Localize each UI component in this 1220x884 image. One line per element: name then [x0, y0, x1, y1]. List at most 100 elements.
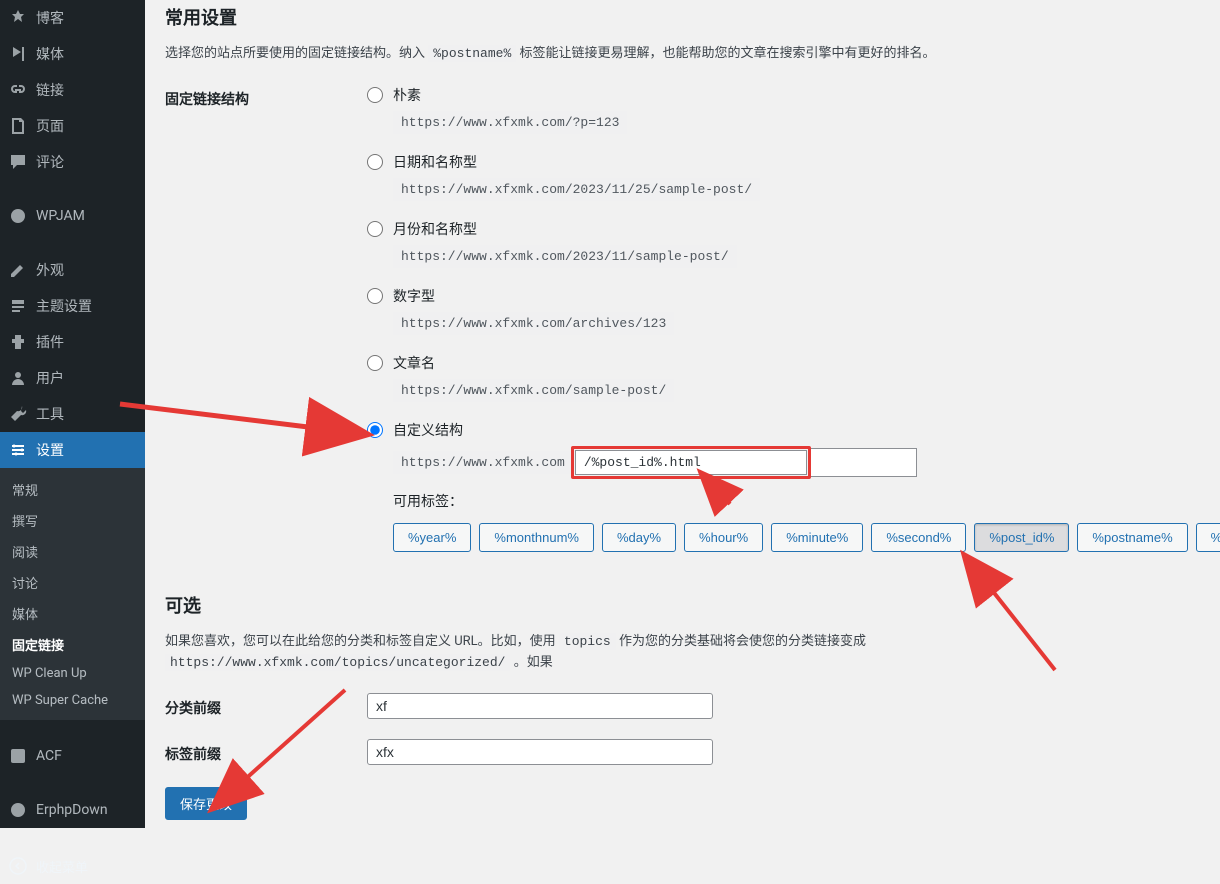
radio-label: 文章名 [393, 353, 435, 373]
custom-permalink-input[interactable] [575, 450, 807, 475]
radio-label: 月份和名称型 [393, 219, 477, 239]
menu-item-appearance[interactable]: 外观 [0, 252, 145, 288]
save-changes-button[interactable]: 保存更改 [165, 787, 247, 820]
menu-item-tools[interactable]: 工具 [0, 396, 145, 432]
collapse-icon [8, 856, 28, 876]
menu-label: ACF [36, 748, 62, 764]
common-settings-heading: 常用设置 [165, 4, 1200, 30]
menu-item-settings[interactable]: 设置 [0, 432, 145, 468]
example-code: https://www.xfxmk.com/2023/11/25/sample-… [393, 178, 760, 201]
submenu-item-general[interactable]: 常规 [0, 474, 145, 505]
appearance-icon [8, 260, 28, 280]
category-prefix-row: 分类前缀 [165, 693, 1200, 719]
tag-button-second[interactable]: %second% [871, 523, 966, 552]
page-icon [8, 116, 28, 136]
example-url-code: https://www.xfxmk.com/topics/uncategoriz… [165, 654, 510, 671]
submenu-item-media[interactable]: 媒体 [0, 598, 145, 629]
radio-label: 朴素 [393, 85, 421, 105]
menu-separator [0, 180, 145, 198]
available-tags-label: 可用标签： [393, 491, 1220, 511]
menu-item-erphpdown[interactable]: ErphpDown [0, 792, 145, 828]
desc-text: 。如果 [514, 655, 553, 670]
radio-label: 数字型 [393, 286, 435, 306]
example-code: https://www.xfxmk.com/2023/11/sample-pos… [393, 245, 737, 268]
menu-label: 媒体 [36, 44, 64, 64]
menu-item-acf[interactable]: ACF [0, 738, 145, 774]
menu-separator [0, 774, 145, 792]
tag-button-minute[interactable]: %minute% [771, 523, 863, 552]
settings-submenu: 常规 撰写 阅读 讨论 媒体 固定链接 WP Clean Up WP Super… [0, 468, 145, 720]
menu-label: 主题设置 [36, 296, 92, 316]
tool-icon [8, 404, 28, 424]
radio-input-dayname[interactable] [367, 154, 383, 170]
menu-item-comments[interactable]: 评论 [0, 144, 145, 180]
menu-item-wpjam[interactable]: WPJAM [0, 198, 145, 234]
permalink-radio-plain[interactable]: 朴素 [367, 85, 1220, 105]
example-code: https://www.xfxmk.com/sample-post/ [393, 379, 674, 402]
menu-label: 用户 [36, 368, 64, 388]
tag-button-postid[interactable]: %post_id% [974, 523, 1069, 552]
menu-item-blog[interactable]: 博客 [0, 0, 145, 36]
tag-button-monthnum[interactable]: %monthnum% [479, 523, 594, 552]
menu-label: 链接 [36, 80, 64, 100]
themesettings-icon [8, 296, 28, 316]
postname-tag-code: %postname% [428, 45, 516, 62]
radio-input-plain[interactable] [367, 87, 383, 103]
permalink-structure-field: 朴素 https://www.xfxmk.com/?p=123 日期和名称型 h… [367, 85, 1220, 552]
menu-item-users[interactable]: 用户 [0, 360, 145, 396]
radio-input-custom[interactable] [367, 422, 383, 438]
permalink-radio-postname[interactable]: 文章名 [367, 353, 1220, 373]
permalink-example-dayname: https://www.xfxmk.com/2023/11/25/sample-… [393, 178, 1220, 201]
radio-input-postname[interactable] [367, 355, 383, 371]
available-tags-row: %year% %monthnum% %day% %hour% %minute% … [393, 523, 1220, 552]
permalink-radio-numeric[interactable]: 数字型 [367, 286, 1220, 306]
permalink-radio-monthname[interactable]: 月份和名称型 [367, 219, 1220, 239]
menu-item-pages[interactable]: 页面 [0, 108, 145, 144]
submenu-item-discussion[interactable]: 讨论 [0, 567, 145, 598]
collapse-label: 收起菜单 [36, 857, 88, 876]
settings-icon [8, 440, 28, 460]
menu-item-links[interactable]: 链接 [0, 72, 145, 108]
menu-item-media[interactable]: 媒体 [0, 36, 145, 72]
link-icon [8, 80, 28, 100]
submenu-item-wpsupercache[interactable]: WP Super Cache [0, 687, 145, 714]
tag-prefix-input[interactable] [367, 739, 713, 765]
submenu-item-writing[interactable]: 撰写 [0, 505, 145, 536]
topics-code: topics [559, 633, 616, 650]
submenu-item-wpcleanup[interactable]: WP Clean Up [0, 660, 145, 687]
permalink-example-plain: https://www.xfxmk.com/?p=123 [393, 111, 1220, 134]
permalink-structure-label: 固定链接结构 [165, 85, 367, 552]
tag-button-category[interactable]: %category% [1196, 523, 1220, 552]
permalink-radio-dayname[interactable]: 日期和名称型 [367, 152, 1220, 172]
comment-icon [8, 152, 28, 172]
media-icon [8, 44, 28, 64]
desc-text: 作为您的分类基础将会使您的分类链接变成 [619, 634, 866, 649]
generic-icon [8, 800, 28, 820]
menu-label: 设置 [36, 440, 64, 460]
menu-item-themesettings[interactable]: 主题设置 [0, 288, 145, 324]
tag-prefix-row: 标签前缀 [165, 739, 1200, 765]
radio-label: 自定义结构 [393, 420, 463, 440]
menu-item-plugins[interactable]: 插件 [0, 324, 145, 360]
permalink-example-postname: https://www.xfxmk.com/sample-post/ [393, 379, 1220, 402]
admin-sidebar: 博客 媒体 链接 页面 评论 WPJAM 外观 主题设置 插件 用户 工具 [0, 0, 145, 828]
tag-button-hour[interactable]: %hour% [684, 523, 763, 552]
menu-label: ErphpDown [36, 802, 108, 818]
example-code: https://www.xfxmk.com/?p=123 [393, 111, 627, 134]
permalink-radio-custom[interactable]: 自定义结构 [367, 420, 1220, 440]
custom-permalink-input-row: https://www.xfxmk.com [393, 446, 1220, 479]
tag-button-year[interactable]: %year% [393, 523, 471, 552]
collapse-menu[interactable]: 收起菜单 [0, 848, 145, 884]
submenu-item-reading[interactable]: 阅读 [0, 536, 145, 567]
tag-button-day[interactable]: %day% [602, 523, 676, 552]
radio-input-monthname[interactable] [367, 221, 383, 237]
radio-input-numeric[interactable] [367, 288, 383, 304]
custom-prefix-code: https://www.xfxmk.com [393, 451, 573, 474]
desc-text: 如果您喜欢，您可以在此给您的分类和标签自定义 URL。比如，使用 [165, 634, 559, 649]
menu-label: 插件 [36, 332, 64, 352]
custom-input-tail [811, 448, 917, 477]
submenu-item-permalinks[interactable]: 固定链接 [0, 629, 145, 660]
category-prefix-input[interactable] [367, 693, 713, 719]
tag-button-postname[interactable]: %postname% [1077, 523, 1187, 552]
common-settings-desc: 选择您的站点所要使用的固定链接结构。纳入 %postname% 标签能让链接更易… [165, 44, 1200, 65]
